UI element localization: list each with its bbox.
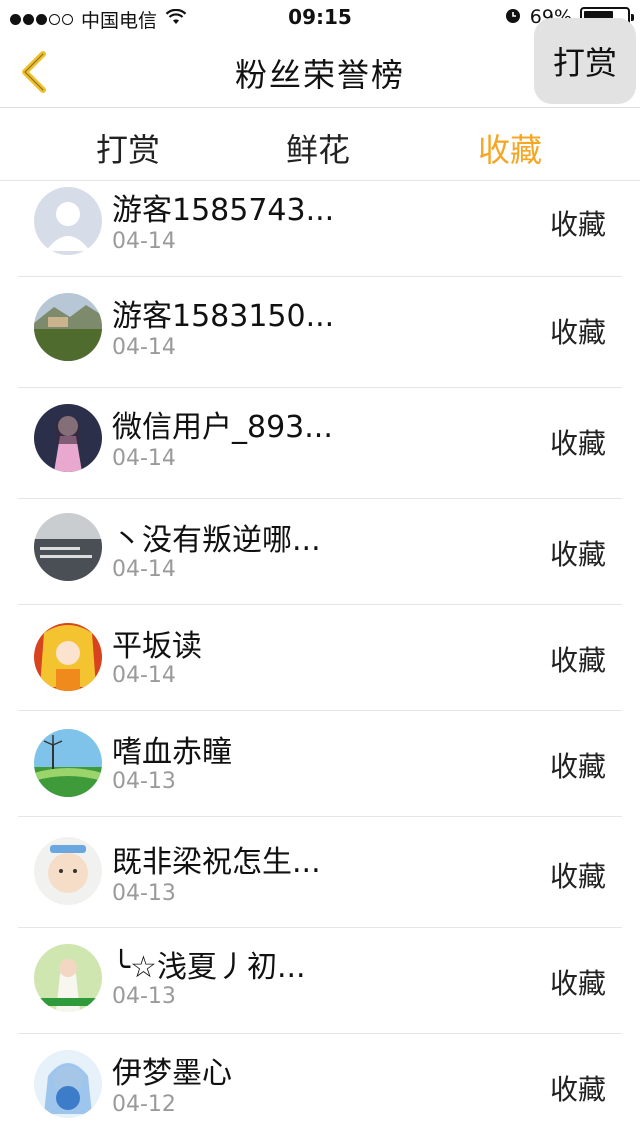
list-item-name: ╰☆浅夏丿初... [112,950,306,985]
scenery-avatar [34,729,102,797]
list-item-action: 收藏 [549,967,606,1000]
tab-bar: 打赏 鲜花 收藏 [0,109,640,181]
list-item[interactable]: 微信用户_893... 04-14 收藏 [18,388,622,499]
girl-photo-avatar [34,944,102,1012]
tab-reward[interactable]: 打赏 [96,125,160,171]
anime-avatar [34,623,102,691]
list-item-date: 04-14 [112,335,176,360]
fan-list: 游客1585743... 04-14 收藏 游客1583150... 04-14… [0,181,640,1139]
list-item[interactable]: 既非梁祝怎生... 04-13 收藏 [18,817,622,928]
list-item[interactable]: 游客1583150... 04-14 收藏 [18,277,622,388]
list-item-date: 04-14 [112,229,176,254]
list-item-action: 收藏 [549,427,606,460]
child-avatar [34,837,102,905]
list-item-action: 收藏 [549,208,606,241]
default-avatar [34,187,102,255]
list-item[interactable]: 丶没有叛逆哪... 04-14 收藏 [18,499,622,605]
list-item-name: 游客1583150... [112,299,335,334]
list-item-action: 收藏 [549,538,606,571]
list-item-date: 04-14 [112,446,176,471]
tab-favorites[interactable]: 收藏 [478,125,542,171]
list-item-date: 04-13 [112,881,176,906]
list-item-name: 微信用户_893... [112,410,333,445]
list-item-name: 平坂读 [112,629,202,664]
list-item[interactable]: 伊梦墨心 04-12 收藏 [18,1034,622,1139]
list-item-name: 游客1585743... [112,193,335,228]
list-item-action: 收藏 [549,644,606,677]
list-item[interactable]: 游客1585743... 04-14 收藏 [18,181,622,277]
list-item-date: 04-14 [112,557,176,582]
landscape-avatar [34,293,102,361]
tab-flowers[interactable]: 鲜花 [286,125,350,171]
list-item[interactable]: ╰☆浅夏丿初... 04-13 收藏 [18,928,622,1034]
list-item-action: 收藏 [549,1073,606,1106]
list-item-name: 嗜血赤瞳 [112,735,232,770]
reward-button[interactable]: 打赏 [534,18,636,104]
list-item-name: 伊梦墨心 [112,1056,232,1091]
list-item-date: 04-14 [112,663,176,688]
blue-anime-avatar [34,1050,102,1118]
text-photo-avatar [34,513,102,581]
list-item-action: 收藏 [549,750,606,783]
list-item-date: 04-13 [112,769,176,794]
list-item-action: 收藏 [549,860,606,893]
anime-girl-avatar [34,404,102,472]
list-item-date: 04-12 [112,1092,176,1117]
list-item[interactable]: 平坂读 04-14 收藏 [18,605,622,711]
list-item-action: 收藏 [549,316,606,349]
list-item-name: 既非梁祝怎生... [112,845,321,880]
navigation-bar: 粉丝荣誉榜 打赏 [0,18,640,108]
alarm-icon [504,6,522,28]
list-item-name: 丶没有叛逆哪... [112,523,321,558]
list-item[interactable]: 嗜血赤瞳 04-13 收藏 [18,711,622,817]
list-item-date: 04-13 [112,984,176,1009]
